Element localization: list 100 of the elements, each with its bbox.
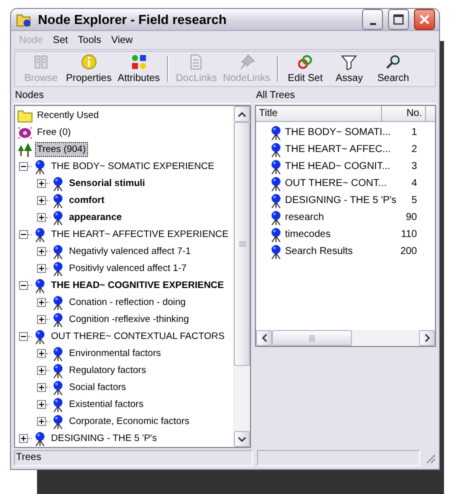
tree-item[interactable]: DESIGNING - THE 5 'P's	[49, 431, 159, 446]
status-text: Trees	[14, 450, 253, 466]
shapes-icon	[130, 54, 147, 70]
expand-toggle[interactable]	[37, 247, 46, 256]
column-header[interactable]: No.	[382, 106, 426, 122]
menu-item[interactable]: Tools	[72, 34, 106, 46]
expand-toggle[interactable]	[37, 366, 46, 375]
tree-title[interactable]: THE HEAD~ COGNIT...	[285, 161, 390, 172]
toolbar-button[interactable]: Attributes	[114, 53, 163, 85]
tree-item[interactable]: OUT THERE~ CONTEXTUAL FACTORS	[49, 329, 227, 344]
collapse-toggle[interactable]	[19, 230, 28, 239]
node-icon	[51, 176, 65, 192]
node-icon	[33, 278, 47, 294]
minimize-button[interactable]	[362, 9, 383, 30]
expand-toggle[interactable]	[37, 213, 46, 222]
scroll-thumb[interactable]	[272, 330, 352, 346]
tree-item[interactable]: Existential factors	[67, 397, 146, 412]
toolbar-button[interactable]: Search	[371, 53, 416, 85]
close-button[interactable]	[414, 9, 435, 30]
tree-title[interactable]: THE HEART~ AFFEC...	[285, 144, 391, 155]
node-icon	[51, 244, 65, 260]
scroll-right-button[interactable]	[419, 330, 435, 346]
node-icon	[51, 380, 65, 396]
tree-item[interactable]: Free (0)	[35, 125, 73, 140]
expand-toggle[interactable]	[37, 349, 46, 358]
rings-icon	[297, 54, 314, 70]
node-icon	[269, 210, 283, 226]
tree-item[interactable]: Positivly valenced affect 1-7	[67, 261, 189, 276]
collapse-toggle[interactable]	[19, 332, 28, 341]
node-icon	[33, 430, 47, 446]
close-icon	[419, 14, 430, 25]
tree-item[interactable]: Cognition -reflexive -thinking	[67, 312, 191, 327]
collapse-toggle[interactable]	[19, 162, 28, 171]
tree-number: 5	[411, 195, 418, 206]
node-icon	[269, 176, 283, 192]
tree-item[interactable]: Conation - reflection - doing	[67, 295, 188, 310]
tree-item[interactable]: THE BODY~ SOMATIC EXPERIENCE	[49, 159, 216, 174]
expand-toggle[interactable]	[37, 196, 46, 205]
pane-title: Nodes	[14, 88, 251, 104]
tree-title[interactable]: research	[285, 212, 324, 223]
tree-item[interactable]: comfort	[67, 193, 106, 208]
window-title: Node Explorer - Field research	[38, 12, 228, 27]
tree-title[interactable]: THE BODY~ SOMATI...	[285, 127, 391, 138]
tree-item[interactable]: Social factors	[67, 380, 128, 395]
pane-title: All Trees	[255, 88, 436, 104]
tree-number: 1	[411, 127, 418, 138]
node-icon	[33, 226, 47, 242]
tree-title[interactable]: DESIGNING - THE 5 'P's	[285, 195, 396, 206]
trees-icon	[17, 142, 33, 158]
expand-toggle[interactable]	[37, 298, 46, 307]
menu-item[interactable]: Set	[48, 34, 73, 46]
node-icon	[269, 226, 283, 242]
node-icon	[33, 328, 47, 344]
node-icon	[269, 124, 283, 140]
tree-item[interactable]: Trees (904)	[35, 142, 88, 157]
node-icon	[51, 260, 65, 276]
node-icon	[51, 396, 65, 412]
folder-icon	[16, 12, 32, 26]
node-icon	[51, 312, 65, 328]
expand-toggle[interactable]	[37, 264, 46, 273]
maximize-button[interactable]	[388, 9, 409, 30]
scroll-thumb[interactable]	[234, 122, 250, 366]
tree-item[interactable]: THE HEAD~ COGNITIVE EXPERIENCE	[49, 278, 226, 293]
expand-toggle[interactable]	[37, 383, 46, 392]
tree-item[interactable]: THE HEART~ AFFECTIVE EXPERIENCE	[49, 227, 230, 242]
toolbar-button[interactable]: Properties	[63, 53, 115, 85]
scroll-up-button[interactable]	[234, 106, 250, 122]
tree-number: 4	[411, 178, 418, 189]
tree-item[interactable]: Environmental factors	[67, 346, 163, 361]
tree-item[interactable]: Recently Used	[35, 108, 101, 123]
node-icon	[269, 158, 283, 174]
blob-icon	[17, 124, 33, 140]
expand-toggle[interactable]	[37, 179, 46, 188]
tree-title[interactable]: Search Results	[285, 246, 353, 257]
scroll-down-button[interactable]	[234, 431, 250, 447]
tree-number: 2	[411, 144, 418, 155]
resize-grip-icon	[424, 452, 436, 464]
expand-toggle[interactable]	[37, 417, 46, 426]
toolbar-button[interactable]: Edit Set	[283, 53, 328, 85]
expand-toggle[interactable]	[19, 434, 28, 443]
node-icon	[51, 362, 65, 378]
column-header[interactable]: Title	[256, 106, 382, 122]
node-icon	[269, 192, 283, 208]
tree-item[interactable]: Sensorial stimuli	[67, 176, 148, 191]
tree-item[interactable]: Negativly valenced affect 7-1	[67, 244, 193, 259]
tree-title[interactable]: OUT THERE~ CONT...	[285, 178, 387, 189]
expand-toggle[interactable]	[37, 400, 46, 409]
tree-title[interactable]: timecodes	[285, 229, 331, 240]
maximize-icon	[393, 14, 404, 25]
expand-toggle[interactable]	[37, 315, 46, 324]
scroll-left-button[interactable]	[256, 330, 272, 346]
info-icon	[80, 54, 97, 70]
tree-item[interactable]: Corporate, Economic factors	[67, 414, 192, 429]
tree-item[interactable]: Regulatory factors	[67, 363, 148, 378]
toolbar-button[interactable]: Assay	[327, 53, 372, 85]
tree-number: 90	[406, 212, 418, 223]
menu-item[interactable]: View	[106, 34, 138, 46]
tree-number: 110	[401, 229, 418, 240]
tree-item[interactable]: appearance	[67, 210, 124, 225]
collapse-toggle[interactable]	[19, 281, 28, 290]
